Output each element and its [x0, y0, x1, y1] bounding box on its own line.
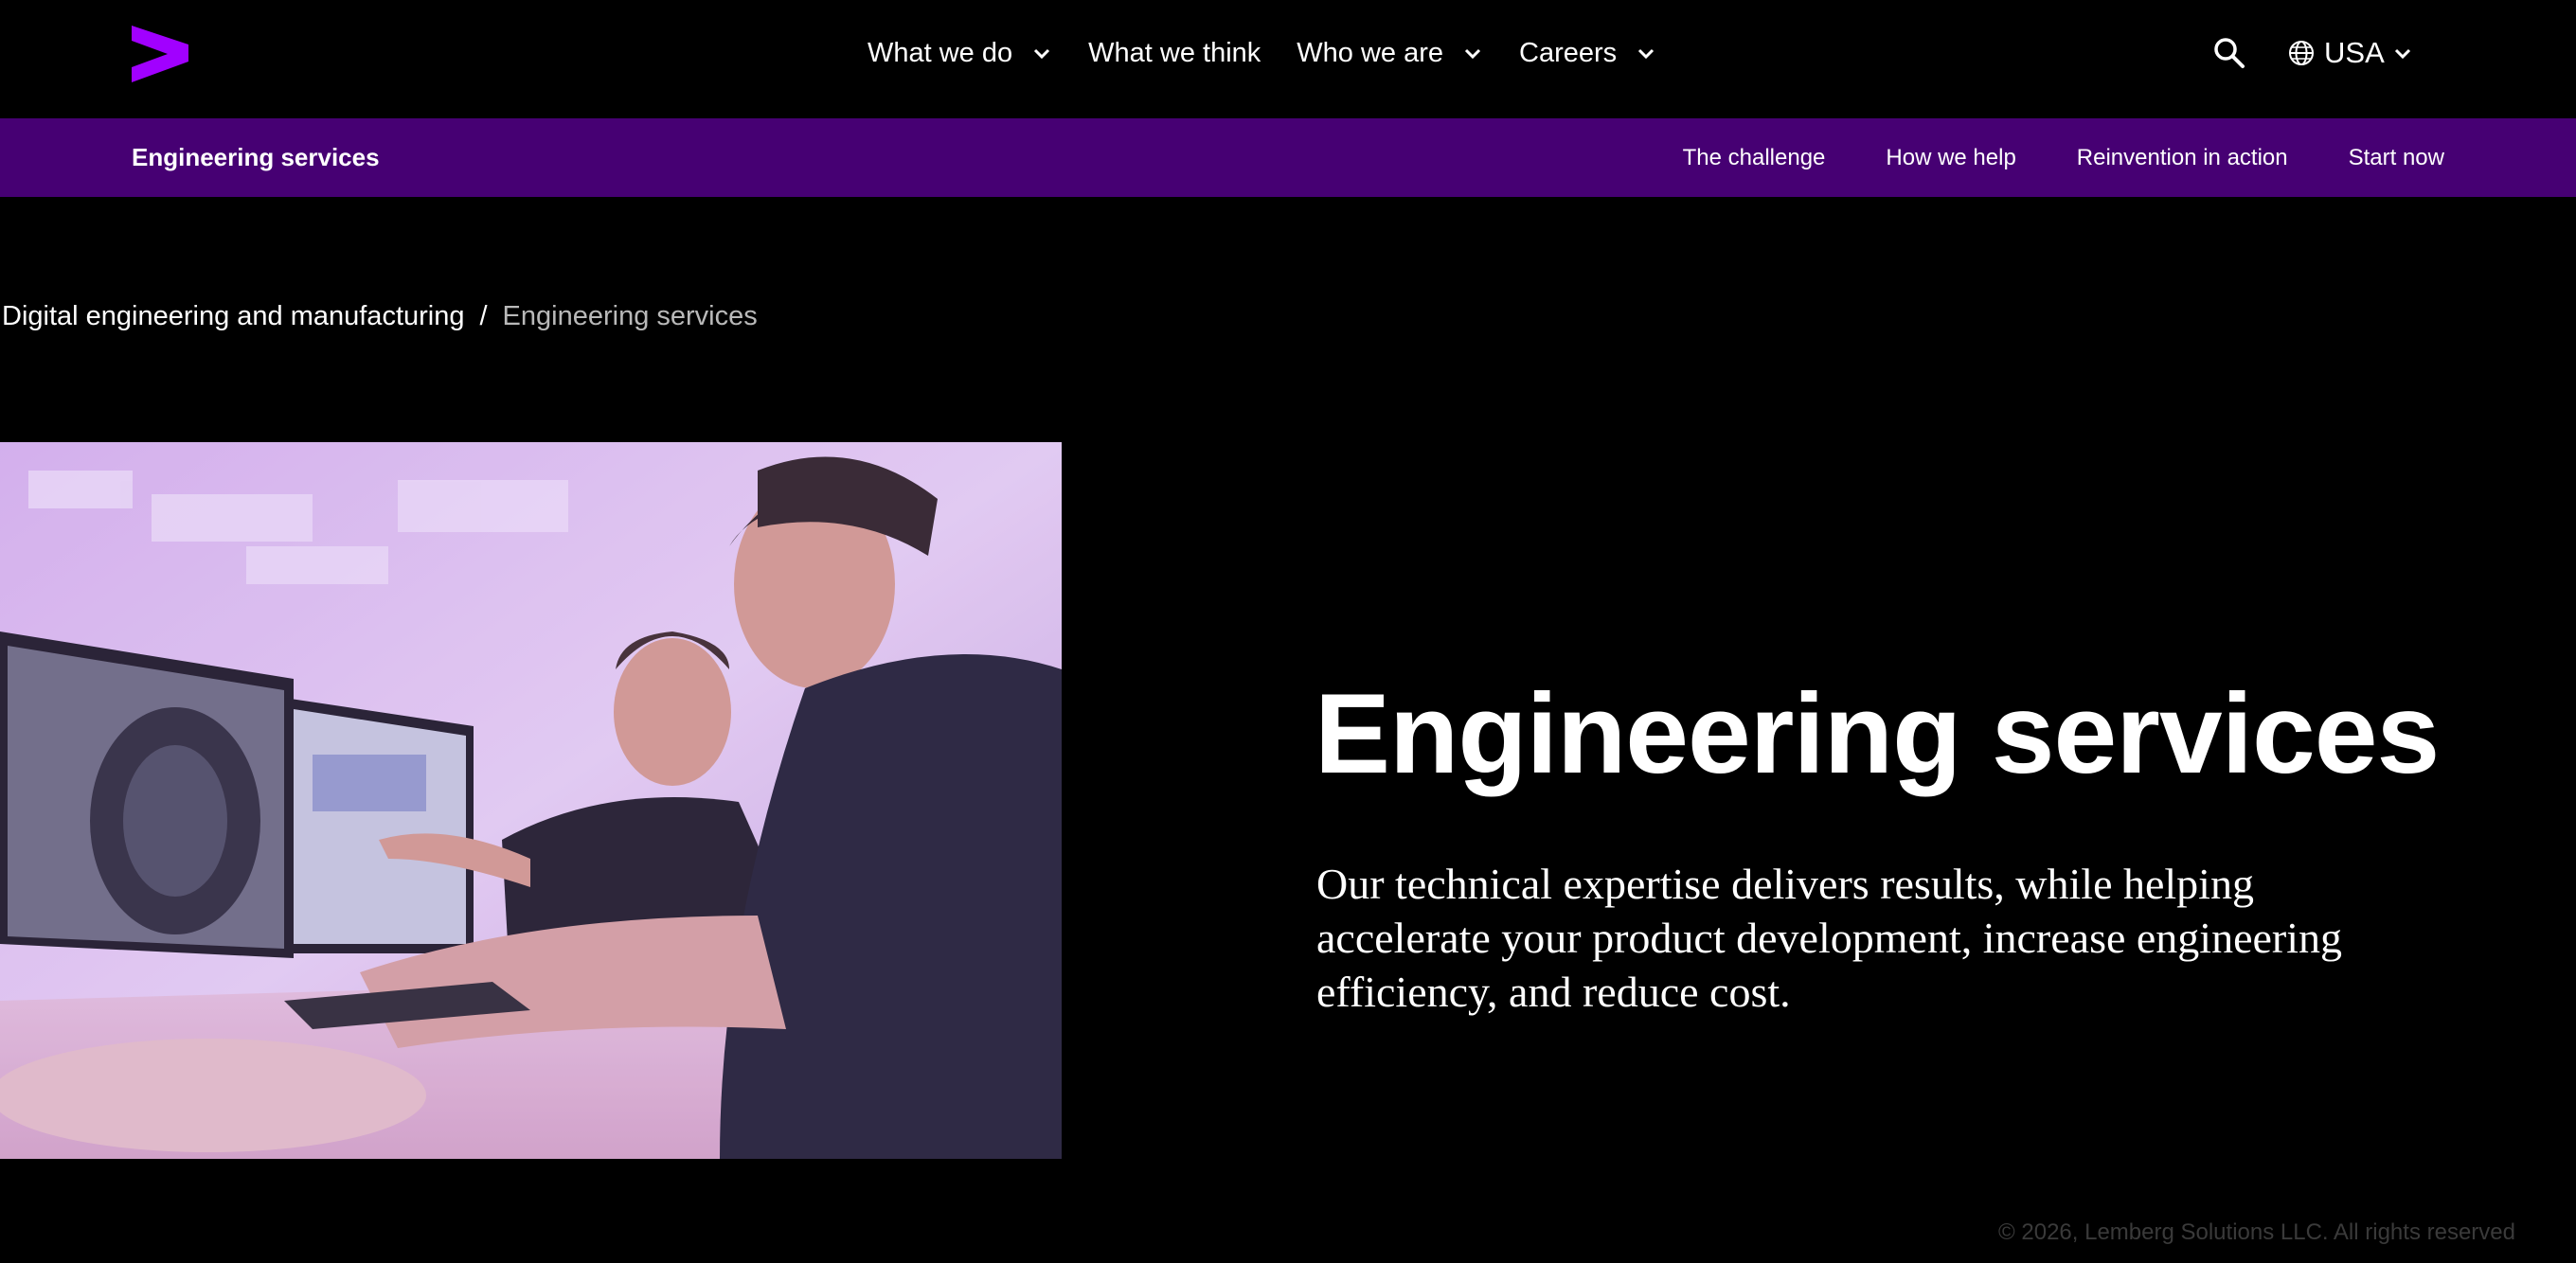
breadcrumb: Digital engineering and manufacturing / … [2, 301, 758, 332]
subnav-link-how-we-help[interactable]: How we help [1886, 145, 2015, 171]
breadcrumb-separator: / [479, 301, 488, 331]
main-menu: What we do What we think Who we are Care… [868, 27, 1692, 80]
chevron-down-icon [2394, 48, 2410, 60]
chevron-down-icon [1034, 48, 1050, 60]
nav-item-what-we-think[interactable]: What we think [1088, 38, 1261, 69]
breadcrumb-current: Engineering services [502, 301, 758, 331]
locale-label: USA [2324, 36, 2385, 69]
subnav-link-start-now[interactable]: Start now [2349, 145, 2444, 171]
subnav-links: The challenge How we help Reinvention in… [1622, 118, 2444, 197]
nav-item-who-we-are[interactable]: Who we are [1297, 38, 1483, 69]
nav-item-label: Careers [1519, 37, 1618, 68]
utility-nav: USA [2212, 27, 2413, 80]
nav-item-careers[interactable]: Careers [1519, 38, 1656, 69]
hero-description: Our technical expertise delivers results… [1316, 860, 2343, 1016]
subnav-link-reinvention[interactable]: Reinvention in action [2077, 145, 2288, 171]
hero-image [0, 442, 1062, 1159]
top-navigation: What we do What we think Who we are Care… [0, 0, 2576, 118]
nav-item-label: Who we are [1297, 37, 1444, 68]
locale-selector[interactable]: USA [2288, 36, 2413, 70]
chevron-down-icon [1638, 48, 1655, 60]
page-title: Engineering services [1315, 670, 2440, 797]
breadcrumb-parent-link[interactable]: Digital engineering and manufacturing [2, 301, 464, 332]
accenture-logo-icon[interactable] [132, 26, 188, 82]
subnav-link-challenge[interactable]: The challenge [1683, 145, 1826, 171]
chevron-down-icon [1464, 48, 1481, 60]
nav-item-label: What we do [868, 37, 1013, 68]
engineers-at-workstation-image [0, 442, 1062, 1159]
globe-icon [2289, 41, 2314, 65]
subnav-title[interactable]: Engineering services [132, 118, 380, 197]
section-subnav: Engineering services The challenge How w… [0, 118, 2576, 197]
copyright-notice: © 2026, Lemberg Solutions LLC. All right… [1998, 1219, 2515, 1245]
search-icon[interactable] [2212, 36, 2246, 70]
nav-item-label: What we think [1088, 37, 1261, 68]
nav-item-what-we-do[interactable]: What we do [868, 38, 1052, 69]
